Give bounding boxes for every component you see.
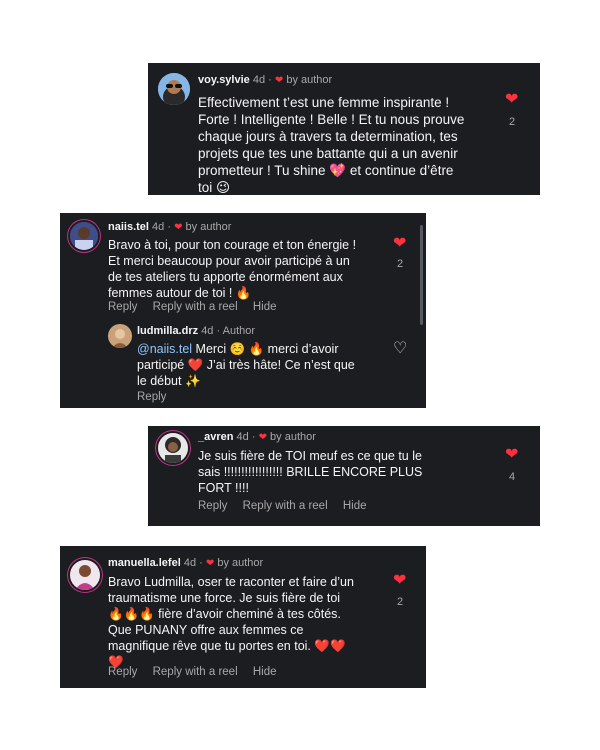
comment-line: Je suis fière de TOI meuf es ce que tu l…	[198, 449, 422, 463]
comment-actions: Reply Reply with a reel Hide	[198, 500, 378, 512]
timestamp: 4d	[252, 74, 266, 86]
separator: ·	[199, 557, 203, 569]
hide-button[interactable]: Hide	[253, 666, 277, 678]
reply-with-reel-button[interactable]: Reply with a reel	[153, 666, 238, 678]
timestamp: 4d	[236, 431, 249, 443]
reply-button[interactable]: Reply	[108, 301, 137, 313]
like-button[interactable]: ❤	[505, 92, 518, 108]
mention-link[interactable]: @naiis.tel	[137, 342, 192, 356]
avatar[interactable]	[70, 222, 98, 250]
comment-line: FORT !!!!	[198, 481, 249, 495]
avatar-image	[70, 222, 98, 250]
separator: ·	[268, 74, 272, 86]
reply-text: @naiis.tel Merci ☺️ 🔥 merci d’avoir part…	[137, 341, 355, 389]
comment-meta: _avren 4d · ❤ by author	[198, 431, 316, 443]
comment-card: voy.sylvie 4d · ❤ by author Effectivemen…	[148, 63, 540, 195]
comment-line: sais !!!!!!!!!!!!!!!!! BRILLE ENCORE PLU…	[198, 465, 423, 479]
avatar[interactable]	[158, 73, 190, 105]
like-button[interactable]: ❤	[505, 447, 518, 463]
scrollbar[interactable]	[420, 225, 423, 325]
comment-text: Effectivement t’est une femme inspirante…	[198, 94, 464, 196]
timestamp: 4d	[183, 557, 197, 569]
like-count: 2	[397, 596, 404, 608]
heart-filled-icon: ❤	[274, 75, 284, 86]
liked-by-author-label: by author	[270, 431, 316, 443]
avatar[interactable]	[70, 560, 100, 590]
reply-button[interactable]: Reply	[137, 391, 166, 403]
avatar[interactable]	[158, 433, 188, 463]
comment-line: de tes ateliers tu apporte énormément au…	[108, 270, 343, 284]
comment-card: manuella.lefel 4d · ❤ by author Bravo Lu…	[60, 546, 426, 688]
heart-filled-icon: ❤	[174, 222, 183, 233]
comment-line: Forte ! Intelligente ! Belle ! Et tu nou…	[198, 112, 465, 127]
comment-line: projets que tes une battante qui a un av…	[198, 146, 458, 161]
hide-button[interactable]: Hide	[253, 301, 277, 313]
like-count: 2	[397, 258, 404, 270]
comment-meta: voy.sylvie 4d · ❤ by author	[198, 74, 332, 86]
author-badge: Author	[222, 325, 256, 337]
username[interactable]: manuella.lefel	[108, 557, 181, 569]
comment-line: femmes autour de toi ! 🔥	[108, 286, 252, 300]
avatar-image	[70, 560, 100, 590]
avatar-image	[158, 433, 188, 463]
separator: ·	[251, 431, 256, 443]
timestamp: 4d	[201, 325, 214, 337]
heart-outline-icon[interactable]: ♡	[393, 341, 407, 357]
like-button[interactable]: ❤	[393, 236, 406, 252]
separator: ·	[167, 221, 172, 233]
comment-card: naiis.tel 4d · ❤ by author Bravo à toi, …	[60, 213, 426, 408]
comment-line: 🔥🔥🔥 fière d’avoir cheminé à tes côtés.	[108, 607, 341, 621]
reply-line: le début ✨	[137, 374, 201, 388]
comment-card: _avren 4d · ❤ by author Je suis fière de…	[148, 426, 540, 526]
like-count: 2	[509, 116, 516, 128]
reply-button[interactable]: Reply	[198, 500, 227, 512]
comment-line: toi 😉	[198, 180, 231, 195]
liked-by-author-label: by author	[286, 74, 333, 86]
reply-line: participé ❤️ J’ai très hâte! Ce n’est qu…	[137, 358, 355, 372]
username[interactable]: naiis.tel	[108, 221, 149, 233]
comment-line: traumatisme une force. Je suis fière de …	[108, 591, 341, 605]
comment-line: magnifique rêve que tu portes en toi. ❤️…	[108, 639, 346, 653]
like-button[interactable]: ❤	[393, 573, 406, 589]
reply-avatar[interactable]	[108, 324, 132, 348]
comment-text: Je suis fière de TOI meuf es ce que tu l…	[198, 448, 422, 496]
timestamp: 4d	[152, 221, 165, 233]
reply-with-reel-button[interactable]: Reply with a reel	[153, 301, 238, 313]
username[interactable]: voy.sylvie	[198, 74, 250, 86]
liked-by-author-label: by author	[185, 221, 232, 233]
comment-line: Effectivement t’est une femme inspirante…	[198, 95, 450, 110]
comment-actions: Reply Reply with a reel Hide	[108, 666, 288, 678]
comment-meta: manuella.lefel 4d · ❤ by author	[108, 557, 263, 569]
comment-line: Et merci beaucoup pour avoir participé à…	[108, 254, 350, 268]
comment-line: chaque jours à travers ta determination,…	[198, 129, 458, 144]
comment-actions: Reply Reply with a reel Hide	[108, 301, 288, 313]
heart-filled-icon: ❤	[258, 432, 267, 443]
avatar-image	[158, 73, 190, 105]
avatar-image	[108, 324, 132, 348]
comment-text: Bravo Ludmilla, oser te raconter et fair…	[108, 574, 354, 670]
reply-button[interactable]: Reply	[108, 666, 137, 678]
comment-line: Bravo à toi, pour ton courage et ton éne…	[108, 238, 357, 252]
like-count: 4	[509, 471, 516, 483]
comment-line: Bravo Ludmilla, oser te raconter et fair…	[108, 575, 354, 589]
comment-text: Bravo à toi, pour ton courage et ton éne…	[108, 237, 356, 301]
comment-line: prometteur ! Tu shine 💖 et continue d’êt…	[198, 163, 454, 178]
separator: ·	[216, 325, 221, 337]
heart-filled-icon: ❤	[205, 558, 215, 569]
hide-button[interactable]: Hide	[343, 500, 367, 512]
username[interactable]: _avren	[198, 431, 233, 443]
reply-line: @naiis.tel Merci ☺️ 🔥 merci d’avoir	[137, 341, 355, 357]
liked-by-author-label: by author	[217, 557, 264, 569]
comment-meta: naiis.tel 4d · ❤ by author	[108, 221, 231, 233]
reply-meta: ludmilla.drz 4d · Author	[137, 325, 255, 337]
comment-line: Que PUNANY offre aux femmes ce	[108, 623, 304, 637]
reply-actions: Reply	[137, 391, 178, 403]
reply-with-reel-button[interactable]: Reply with a reel	[243, 500, 328, 512]
username[interactable]: ludmilla.drz	[137, 325, 198, 337]
reply-line-text: Merci ☺️ 🔥 merci d’avoir	[192, 342, 339, 356]
